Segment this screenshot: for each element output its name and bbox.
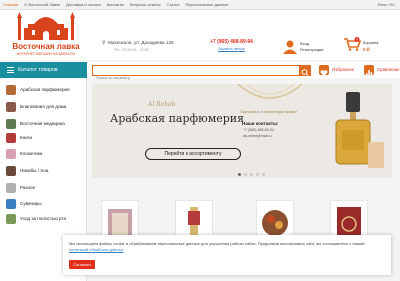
user-icon[interactable] — [282, 40, 298, 54]
sidebar-item-label: Арабская парфюмерия — [20, 87, 70, 93]
sidebar-item-label: Никабы / Хна — [20, 168, 49, 174]
sidebar-item-medicine[interactable]: Восточная медицина — [0, 117, 87, 131]
top-nav: Главная О Восточной Лавке Доставка и опл… — [0, 0, 400, 10]
promo-banner[interactable] — [92, 84, 392, 178]
logo[interactable]: Восточная лавка ИНТЕРНЕТ-МАГАЗИН НА 3ABS… — [4, 12, 88, 68]
sidebar-item-label: Благовония для дома — [20, 104, 67, 110]
sidebar-item-books[interactable]: Книги — [0, 131, 87, 145]
medicine-icon — [6, 119, 16, 129]
language-selector[interactable]: Язык: RU — [378, 2, 395, 7]
top-nav-personal-data[interactable]: Персональные данные — [185, 2, 228, 7]
carousel-dot[interactable] — [250, 173, 253, 176]
cookie-banner: Мы используем файлы cookie и обрабатывае… — [63, 235, 391, 275]
misc-icon — [6, 183, 16, 193]
cookie-text: Мы используем файлы cookie и обрабатывае… — [69, 241, 379, 253]
menu-icon — [7, 67, 14, 73]
sidebar-item-label: Восточная медицина — [20, 121, 65, 127]
favorites-icon[interactable] — [319, 65, 329, 76]
cookie-message: Мы используем файлы cookie и обрабатывае… — [69, 241, 365, 246]
cosmetics-icon — [6, 149, 16, 159]
accept-cookies-button[interactable]: Согласен — [69, 260, 95, 269]
catalog-label: Каталог товаров — [18, 67, 58, 73]
store-hours: Пн - Сб 09:00 - 19:00 — [114, 48, 149, 52]
banner-title: Арабская парфюмерия — [110, 112, 245, 125]
cart-sum: 0 ₽ — [363, 47, 370, 52]
cart-count: 0 — [356, 38, 358, 42]
niqab-icon — [6, 166, 16, 176]
top-nav-delivery[interactable]: Доставка и оплата — [66, 2, 101, 7]
compare-icon[interactable] — [364, 65, 374, 77]
sidebar-item-perfume[interactable]: Арабская парфюмерия — [0, 82, 87, 98]
top-nav-home[interactable]: Главная — [3, 2, 18, 7]
carousel-dots — [238, 173, 268, 177]
header: Восточная лавка ИНТЕРНЕТ-МАГАЗИН НА 3ABS… — [0, 10, 400, 60]
sidebar-item-souvenirs[interactable]: Сувениры — [0, 197, 87, 211]
logo-title: Восточная лавка — [12, 42, 80, 51]
login-link[interactable]: Вход — [300, 41, 309, 46]
sidebar-item-label: Сувениры — [20, 201, 42, 207]
search-icon — [301, 69, 309, 76]
incense-icon — [6, 102, 16, 112]
carousel-dot[interactable] — [238, 173, 241, 176]
banner-phone: +7 (965) 488-89-94 — [243, 128, 274, 132]
store-address: Махачкала, ул. Дахадаева 128 — [108, 40, 174, 45]
sidebar-item-misc[interactable]: Разное — [0, 181, 87, 195]
sidebar-item-label: Косметика — [20, 151, 43, 157]
phone-number[interactable]: +7 (965) 488-89-94 — [210, 39, 253, 45]
search-button[interactable] — [299, 65, 311, 76]
sidebar-item-oral-care[interactable]: Уход за полостью рта — [0, 212, 87, 226]
top-nav-contacts[interactable]: Контакты — [107, 2, 124, 7]
banner-signature: Al Rehab — [148, 101, 176, 108]
top-nav-articles[interactable]: Статьи — [167, 2, 180, 7]
toothbrush-icon — [6, 214, 16, 224]
banner-email: ab-orient@mail.ru — [243, 134, 272, 138]
search-box — [92, 65, 311, 82]
cart-icon[interactable]: 0 — [343, 37, 361, 51]
banner-tagline: Окунитесь в восточную сказку! — [240, 110, 298, 114]
perfume-bottle-image — [335, 92, 384, 168]
sidebar-item-incense[interactable]: Благовония для дома — [0, 100, 87, 114]
catalog-button[interactable]: Каталог товаров — [0, 62, 87, 78]
sidebar-item-label: Уход за полостью рта — [20, 216, 67, 222]
callback-link[interactable]: Заказать звонок — [218, 47, 245, 51]
compare-link[interactable]: Сравнение — [377, 67, 400, 72]
carousel-dot[interactable] — [244, 173, 247, 176]
top-nav-about[interactable]: О Восточной Лавке — [24, 2, 60, 7]
top-nav-faq[interactable]: Вопросы-ответы — [130, 2, 161, 7]
carousel-dot[interactable] — [256, 173, 259, 176]
banner-contacts-title: Наши контакты: — [242, 121, 279, 126]
location-icon: ⚲ — [102, 40, 106, 46]
register-link[interactable]: Регистрация — [300, 47, 323, 52]
book-icon — [6, 133, 16, 143]
sidebar-item-label: Разное — [20, 185, 36, 191]
favorites-link[interactable]: Избранное — [332, 67, 354, 72]
carousel-dot[interactable] — [262, 173, 265, 176]
logo-subtitle: ИНТЕРНЕТ-МАГАЗИН НА 3ABSA.RU — [17, 52, 76, 56]
cart-label[interactable]: Корзина — [363, 40, 378, 45]
nav-bar: Каталог товаров Избранное Сравнение — [0, 62, 400, 82]
privacy-policy-link[interactable]: политикой обработки данных — [69, 247, 123, 252]
perfume-icon — [6, 85, 16, 95]
sidebar-item-niqab-henna[interactable]: Никабы / Хна — [0, 164, 87, 178]
souvenir-icon — [6, 199, 16, 209]
sidebar-item-label: Книги — [20, 135, 33, 141]
gold-ornament — [238, 84, 302, 99]
sidebar-item-cosmetics[interactable]: Косметика — [0, 147, 87, 161]
search-input[interactable] — [93, 73, 293, 82]
banner-cta-button[interactable]: Перейти к ассортименту — [145, 148, 241, 160]
